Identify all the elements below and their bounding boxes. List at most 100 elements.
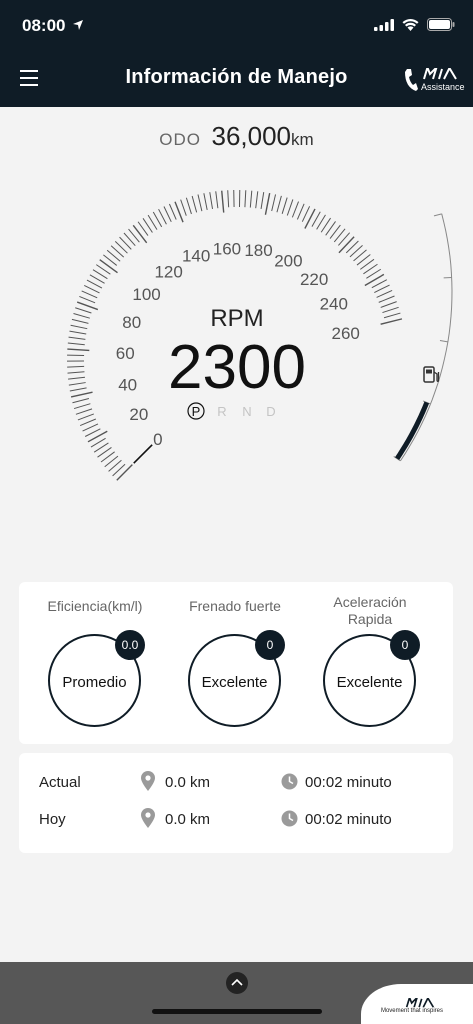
gear-r: R xyxy=(217,404,226,419)
gauge-tick xyxy=(191,195,198,213)
gauge-tick xyxy=(383,312,401,319)
home-indicator[interactable] xyxy=(152,1009,322,1014)
gauge-tick xyxy=(87,430,108,443)
gauge-tick xyxy=(72,397,90,404)
score-badge: 0 xyxy=(255,630,285,660)
fuel-level-bar xyxy=(395,401,430,460)
trip-row-actual: Actual 0.0 km 00:02 minuto xyxy=(19,768,453,798)
gauge-tick xyxy=(197,194,203,212)
gauge-tick xyxy=(221,190,225,213)
gauge-tick xyxy=(281,197,288,214)
cellular-signal-icon xyxy=(374,18,394,36)
driving-scores-card: Eficiencia(km/l) Promedio 0.0 Frenado fu… xyxy=(19,582,453,744)
score-caption: Frenado fuerte xyxy=(189,598,281,614)
gauge-tick xyxy=(67,371,85,374)
gear-n: N xyxy=(242,404,251,419)
gauge-tick-label: 60 xyxy=(116,344,135,363)
score-caption: Aceleración Rapida xyxy=(333,594,407,627)
trip-duration: 00:02 minuto xyxy=(305,774,392,791)
gauge-tick xyxy=(180,199,187,216)
fuel-tick xyxy=(433,213,442,217)
gauge-tick xyxy=(203,193,208,211)
score-badge: 0 xyxy=(390,630,420,660)
gauge-tick xyxy=(249,190,253,208)
chevron-up-icon[interactable] xyxy=(226,972,248,994)
gauge-tick xyxy=(158,208,167,225)
gauge-tick xyxy=(264,193,271,215)
score-rating: Excelente xyxy=(201,674,268,691)
gauge-tick-label: 20 xyxy=(129,405,148,424)
gauge-tick-label: 0 xyxy=(153,430,162,449)
gauge-tick xyxy=(82,423,99,432)
status-bar: 08:00 xyxy=(0,0,473,52)
gauge-tick xyxy=(286,199,294,216)
gauge-tick xyxy=(271,194,277,212)
odometer-unit: km xyxy=(291,130,314,149)
clock-icon xyxy=(281,773,298,794)
gauge-needle xyxy=(133,444,153,464)
gauge-tick-label: 240 xyxy=(320,295,348,314)
gauge-tick xyxy=(75,307,92,314)
gauge-tick xyxy=(77,413,95,421)
score-rapid-acceleration: Aceleración Rapida Excelente 0 xyxy=(298,582,442,744)
gauge-tick xyxy=(68,376,86,380)
trip-duration: 00:02 minuto xyxy=(305,811,392,828)
assistance-label: Assistance xyxy=(421,82,465,92)
location-arrow-icon xyxy=(72,18,84,36)
trip-summary-card: Actual 0.0 km 00:02 minuto Hoy 0.0 km 00… xyxy=(19,753,453,853)
gauge-tick xyxy=(69,387,87,392)
gauge-tick xyxy=(338,236,355,254)
gear-p: P xyxy=(192,404,201,419)
gauge-tick xyxy=(67,342,85,346)
gauge-tick xyxy=(152,211,163,228)
gauge-tick xyxy=(185,197,192,215)
gauge-tick xyxy=(255,191,259,209)
score-rating: Excelente xyxy=(336,674,403,691)
score-badge: 0.0 xyxy=(115,630,145,660)
gauge-tick xyxy=(132,224,148,244)
gauge-tick xyxy=(376,290,393,298)
gauge-tick xyxy=(382,306,399,314)
gauge-tick-label: 260 xyxy=(331,324,359,343)
status-time: 08:00 xyxy=(22,16,66,35)
trip-distance: 0.0 km xyxy=(165,774,211,791)
trip-distance: 0.0 km xyxy=(165,811,211,828)
gauge-tick xyxy=(73,313,90,319)
gear-d: D xyxy=(266,404,275,419)
battery-icon xyxy=(427,18,455,36)
trip-row-today: Hoy 0.0 km 00:02 minuto xyxy=(19,805,453,835)
gauge-tick xyxy=(68,336,86,340)
gauge-tick xyxy=(71,318,89,324)
location-pin-icon xyxy=(141,808,155,832)
gauge-tick xyxy=(301,206,311,222)
trip-name: Hoy xyxy=(39,811,66,828)
gauge-tick-label: 80 xyxy=(122,313,141,332)
kia-assistance-button[interactable]: Assistance xyxy=(403,64,465,98)
gauge-tick xyxy=(364,273,385,287)
gauge-tick xyxy=(374,284,390,293)
odometer-label: ODO xyxy=(159,130,202,149)
gauge-tick xyxy=(209,192,214,210)
gauge-tick-label: 40 xyxy=(118,375,137,394)
wifi-icon xyxy=(402,18,419,36)
gauge-tick xyxy=(81,290,98,299)
gauge-tick xyxy=(215,191,219,209)
rpm-label: RPM xyxy=(210,305,263,332)
gauge-tick xyxy=(296,203,305,220)
gauge-tick xyxy=(73,403,91,410)
gauge-tick xyxy=(116,464,133,481)
gauge-tick xyxy=(70,391,93,398)
gauge-tick xyxy=(79,295,96,304)
gauge-tick-label: 160 xyxy=(213,239,241,258)
gauge-tick xyxy=(380,318,403,325)
gauge-tick xyxy=(276,195,282,213)
gauge-tick xyxy=(84,428,101,437)
gauge-tick-label: 220 xyxy=(300,270,328,289)
phone-icon xyxy=(403,68,419,97)
gauge-tick xyxy=(380,301,397,308)
gauge-tick xyxy=(163,206,172,223)
app-header: Información de Manejo Assistance xyxy=(0,52,473,107)
gauge-tick xyxy=(291,201,300,218)
gauge-tick xyxy=(69,330,87,335)
gauge-tick xyxy=(67,348,90,352)
